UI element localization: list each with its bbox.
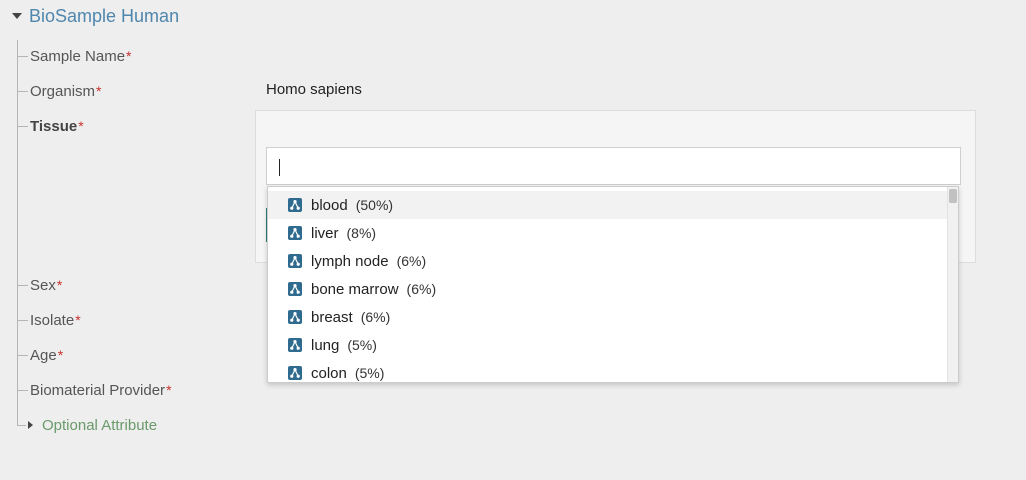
option-percentage: (6%) <box>396 253 427 269</box>
ontology-tree-icon <box>288 198 302 212</box>
field-biomaterial-provider: Biomaterial Provider * <box>17 380 172 400</box>
field-label: Age <box>30 346 57 364</box>
dropdown-option[interactable]: bone marrow (6%) <box>268 275 948 303</box>
option-term: lung <box>311 336 340 354</box>
scrollbar-thumb[interactable] <box>949 189 957 203</box>
option-term: breast <box>311 308 353 326</box>
section-toggle[interactable]: BioSample Human <box>12 5 179 27</box>
ontology-tree-icon <box>288 282 302 296</box>
dropdown-option[interactable]: lung (5%) <box>268 331 948 359</box>
option-percentage: (6%) <box>360 309 391 325</box>
field-label: Tissue <box>30 117 78 135</box>
ontology-tree-icon <box>288 226 302 240</box>
autocomplete-dropdown: blood (50%) liver (8%) lymph node (6%) bone ma… <box>267 186 959 383</box>
field-label: Isolate <box>30 311 75 329</box>
ontology-tree-icon <box>288 254 302 268</box>
field-label: Sex <box>30 276 56 294</box>
field-sex: Sex * <box>17 275 62 295</box>
option-percentage: (50%) <box>355 197 394 213</box>
field-label: Sample Name <box>30 47 126 65</box>
option-term: bone marrow <box>311 280 399 298</box>
required-marker: * <box>56 277 63 293</box>
option-term: blood <box>311 196 348 214</box>
option-percentage: (5%) <box>354 365 385 381</box>
dropdown-option[interactable]: breast (6%) <box>268 303 948 331</box>
required-marker: * <box>166 382 172 398</box>
option-term: colon <box>311 364 347 382</box>
ontology-tree-icon <box>288 310 302 324</box>
caret-right-icon <box>28 421 33 429</box>
field-tissue: Tissue * <box>17 116 84 136</box>
option-term: lymph node <box>311 252 389 270</box>
dropdown-option[interactable]: liver (8%) <box>268 219 948 247</box>
ontology-tree-icon <box>288 366 302 380</box>
field-isolate: Isolate * <box>17 310 81 330</box>
option-term: liver <box>311 224 339 242</box>
field-label: Biomaterial Provider <box>30 381 166 399</box>
required-marker: * <box>96 83 102 99</box>
section-title: BioSample Human <box>29 5 180 26</box>
dropdown-option[interactable]: blood (50%) <box>268 191 948 219</box>
dropdown-option[interactable]: colon (5%) <box>268 359 948 382</box>
required-marker: * <box>126 48 132 64</box>
field-label: Organism <box>30 82 96 100</box>
option-percentage: (8%) <box>346 225 377 241</box>
required-marker: * <box>78 118 84 134</box>
optional-attribute-label: Optional Attribute <box>42 416 158 434</box>
autocomplete-list: blood (50%) liver (8%) lymph node (6%) bone ma… <box>268 191 948 382</box>
dropdown-option[interactable]: lymph node (6%) <box>268 247 948 275</box>
organism-value: Homo sapiens <box>266 81 362 98</box>
field-organism: Organism * <box>17 81 101 101</box>
caret-down-icon <box>12 13 22 19</box>
tissue-input[interactable] <box>266 147 961 185</box>
field-sample-name: Sample Name * <box>17 46 132 66</box>
option-percentage: (5%) <box>347 337 377 353</box>
ontology-tree-icon <box>288 338 302 352</box>
required-marker: * <box>75 312 81 328</box>
dropdown-scrollbar[interactable] <box>947 187 958 382</box>
text-cursor <box>279 159 280 176</box>
option-percentage: (6%) <box>406 281 437 297</box>
field-age: Age * <box>17 345 63 365</box>
required-marker: * <box>57 347 64 363</box>
optional-attribute-toggle[interactable]: Optional Attribute <box>17 415 157 435</box>
